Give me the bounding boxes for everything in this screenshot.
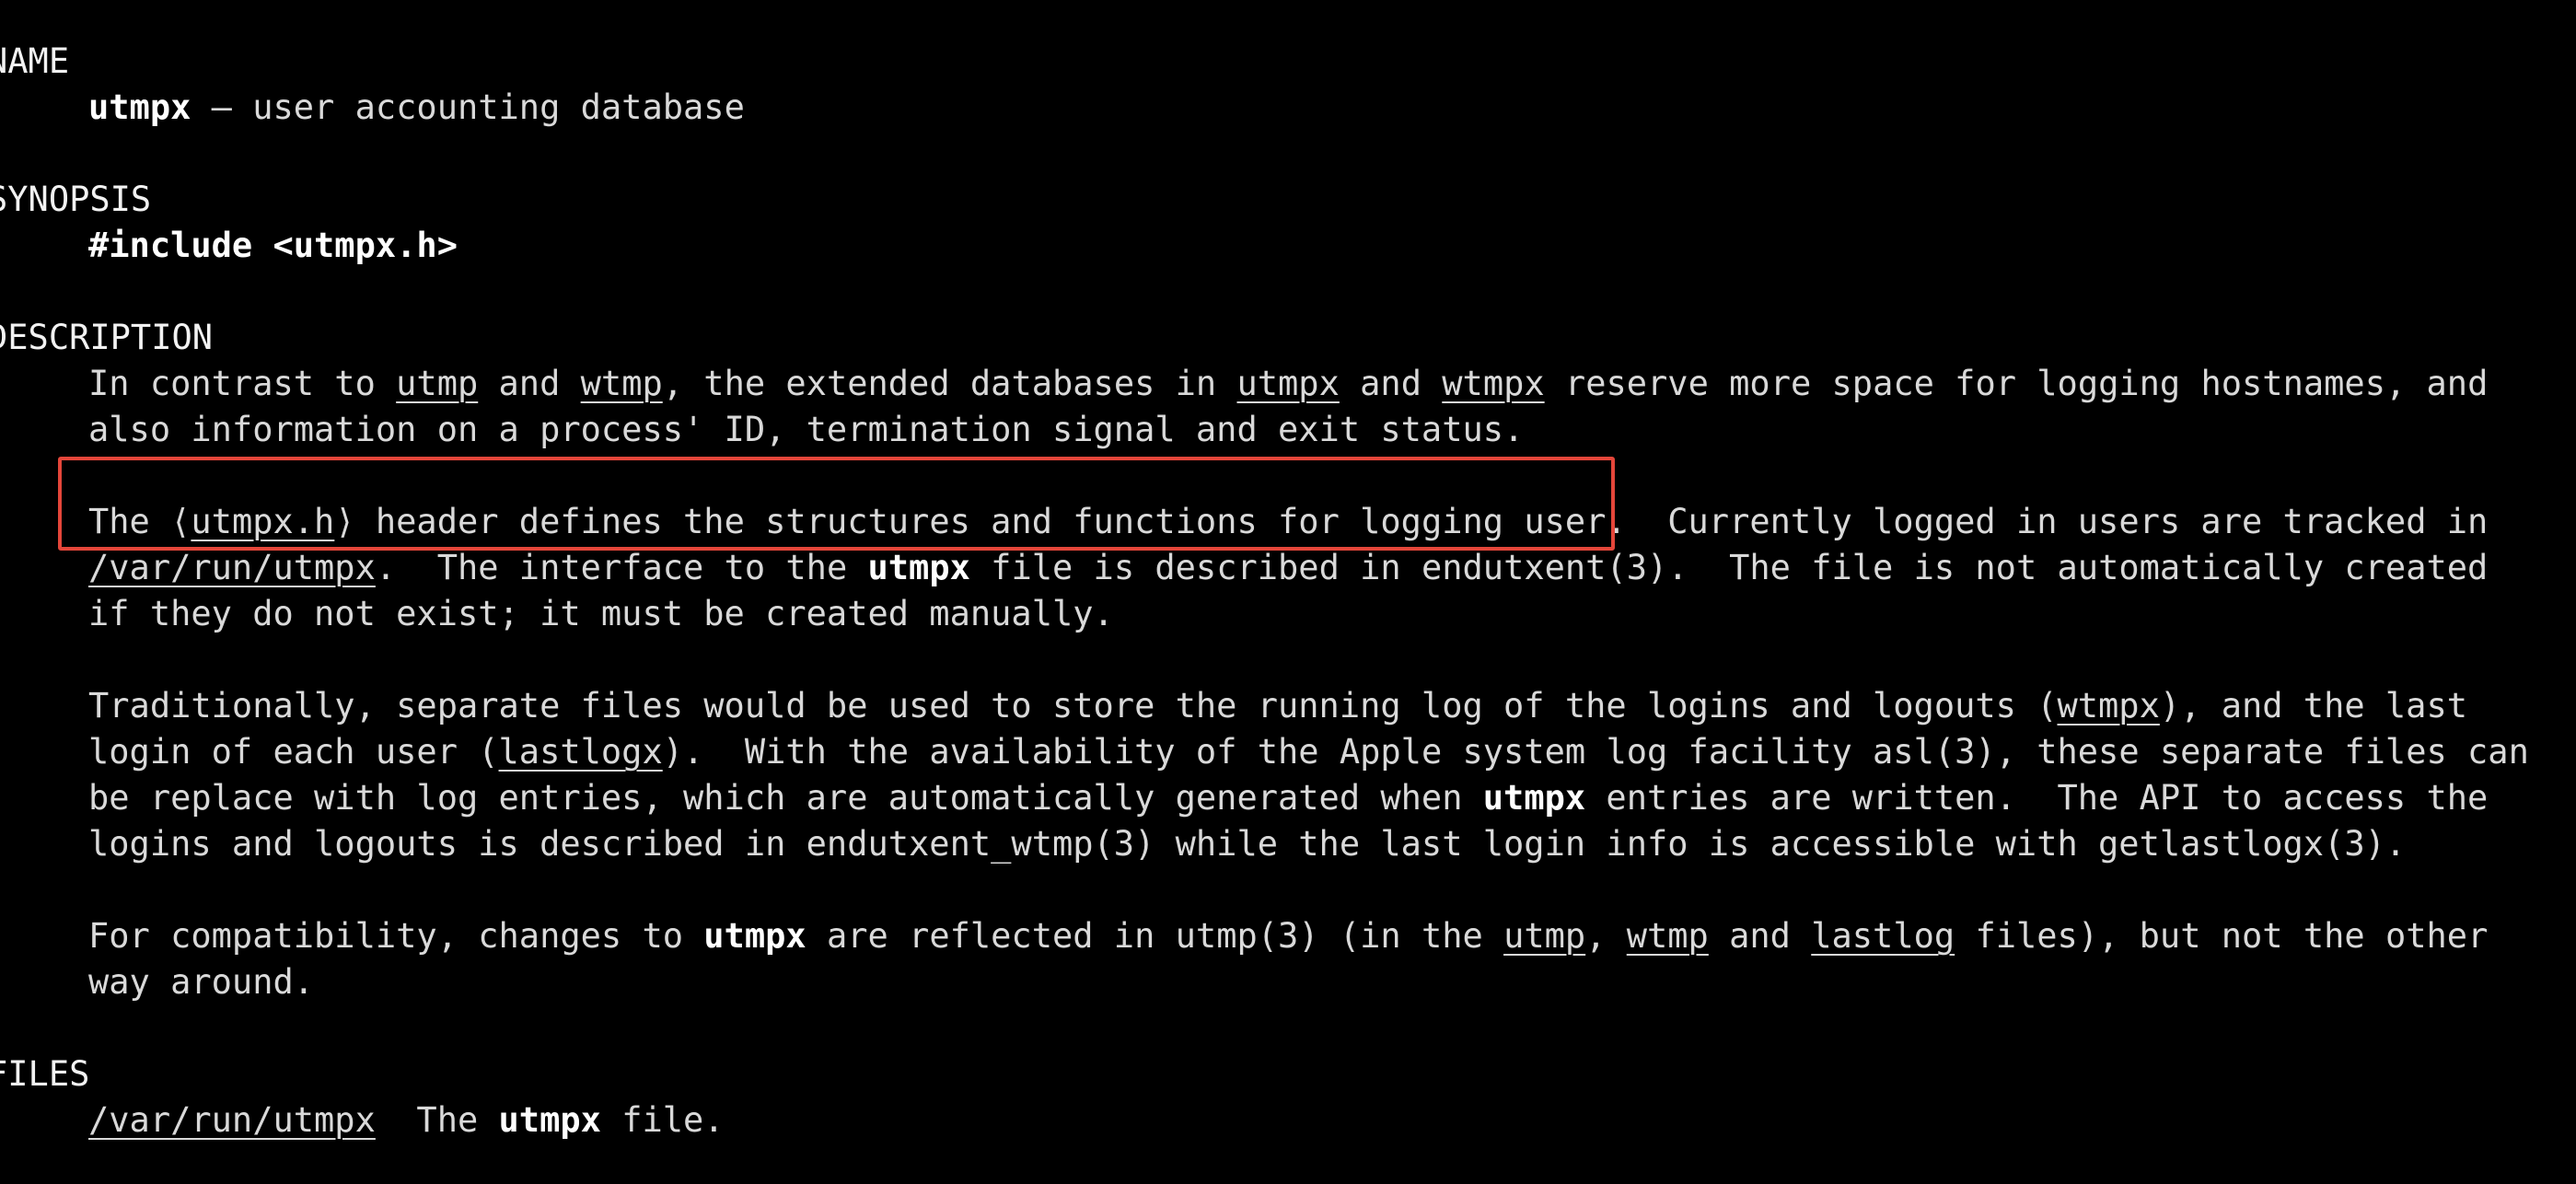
section-heading-synopsis: SYNOPSIS xyxy=(0,180,152,219)
text-run: , the extended databases in xyxy=(662,364,1237,403)
section-heading-files: FILES xyxy=(0,1054,90,1094)
command-name: utmpx xyxy=(88,87,191,127)
description-p3-line2: login of each user (lastlogx). With the … xyxy=(88,729,2529,775)
description-p2-line3: if they do not exist; it must be created… xyxy=(88,594,1114,633)
text-run: reserve more space for logging hostnames… xyxy=(1544,364,2489,403)
files-line: /var/run/utmpx The utmpx file. xyxy=(88,1097,725,1143)
text-run: ), and the last xyxy=(2159,686,2468,725)
description-p3-line3: be replace with log entries, which are a… xyxy=(88,775,2488,821)
description-p3-line1: Traditionally, separate files would be u… xyxy=(88,683,2467,729)
ref-utmp: utmp xyxy=(396,364,479,403)
text-run: , xyxy=(1585,916,1627,956)
ref-utmpx: utmpx xyxy=(1236,364,1340,403)
text-run: . The interface to the xyxy=(375,548,868,587)
text-run: login of each user ( xyxy=(88,732,499,772)
ref-wtmpx: wtmpx xyxy=(1442,364,1545,403)
text-run: Traditionally, separate files would be u… xyxy=(88,686,2058,725)
ref-wtmp: wtmp xyxy=(1626,916,1709,956)
description-p4-line1: For compatibility, changes to utmpx are … xyxy=(88,913,2488,959)
bold-utmpx: utmpx xyxy=(867,548,970,587)
command-description: – user accounting database xyxy=(191,87,745,127)
text-run: be replace with log entries, which are a… xyxy=(88,778,1483,818)
text-run: file. xyxy=(600,1100,725,1140)
text-run: files), but not the other xyxy=(1955,916,2489,956)
text-run: and xyxy=(1339,364,1443,403)
text-run: ). With the availability of the Apple sy… xyxy=(662,732,2529,772)
highlight-annotation-box xyxy=(58,457,1615,551)
ref-lastlog: lastlog xyxy=(1811,916,1955,956)
name-line: utmpx – user accounting database xyxy=(88,85,745,131)
synopsis-include: #include <utmpx.h> xyxy=(88,226,458,265)
bold-utmpx: utmpx xyxy=(703,916,806,956)
ref-wtmp: wtmp xyxy=(580,364,663,403)
ref-wtmpx: wtmpx xyxy=(2057,686,2160,725)
ref-var-run-utmpx: /var/run/utmpx xyxy=(88,548,376,587)
description-p1-line2: also information on a process' ID, termi… xyxy=(88,410,1525,449)
text-run: For compatibility, changes to xyxy=(88,916,704,956)
section-heading-description: DESCRIPTION xyxy=(0,318,214,357)
description-p4-line2: way around. xyxy=(88,962,315,1002)
text-run: are reflected in utmp(3) (in the xyxy=(806,916,1504,956)
bold-utmpx: utmpx xyxy=(498,1100,601,1140)
text-run: The xyxy=(375,1100,499,1140)
text-run: and xyxy=(478,364,581,403)
ref-lastlogx: lastlogx xyxy=(498,732,663,772)
description-p3-line4: logins and logouts is described in endut… xyxy=(88,824,2407,864)
ref-utmp: utmp xyxy=(1503,916,1586,956)
terminal-window: NAME utmpx – user accounting database SY… xyxy=(0,0,2576,1184)
description-p1-line1: In contrast to utmp and wtmp, the extend… xyxy=(88,361,2488,407)
ref-var-run-utmpx: /var/run/utmpx xyxy=(88,1100,376,1140)
text-run: In contrast to xyxy=(88,364,397,403)
text-run: and xyxy=(1708,916,1812,956)
description-p2-line2: /var/run/utmpx. The interface to the utm… xyxy=(88,545,2488,591)
text-run: file is described in endutxent(3). The f… xyxy=(969,548,2489,587)
text-run: entries are written. The API to access t… xyxy=(1585,778,2489,818)
section-heading-name: NAME xyxy=(0,41,70,81)
bold-utmpx: utmpx xyxy=(1482,778,1586,818)
